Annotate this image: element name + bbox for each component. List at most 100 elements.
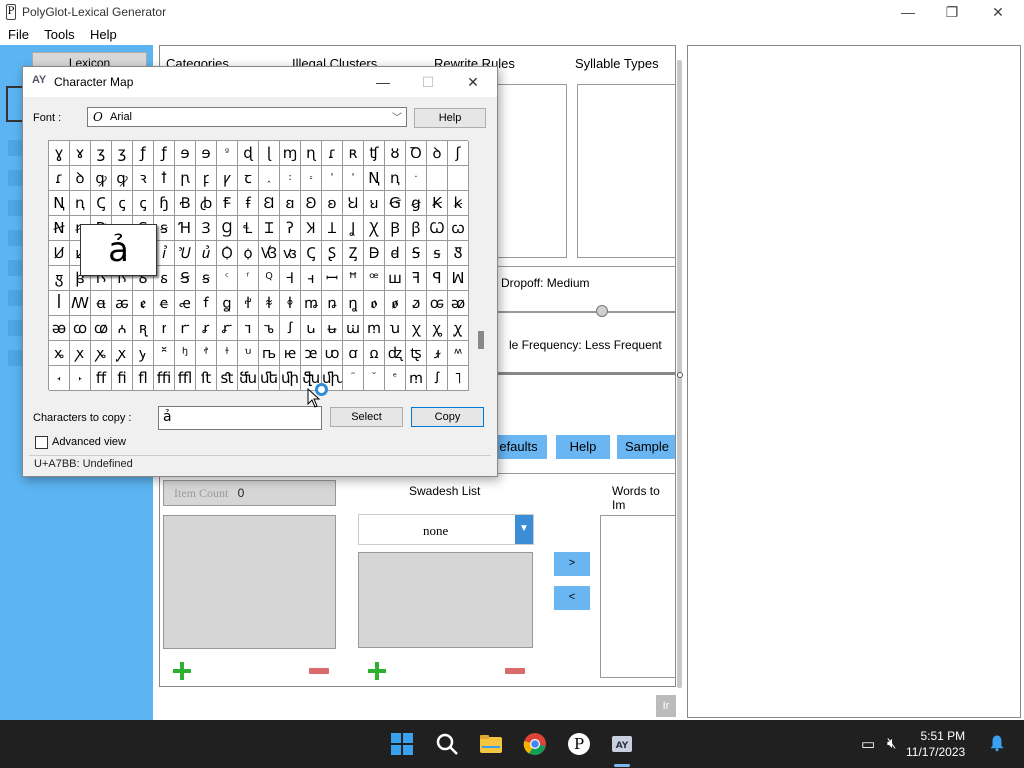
- glyph-cell[interactable]: Ꭓ: [364, 216, 385, 241]
- glyph-cell[interactable]: ꭄ: [91, 316, 112, 341]
- glyph-cell[interactable]: ꝼ: [196, 166, 217, 191]
- glyph-cell[interactable]: ꞔ: [133, 191, 154, 216]
- glyph-cell[interactable]: ꭜ: [175, 341, 196, 366]
- glyph-cell[interactable]: ꭨ: [427, 341, 448, 366]
- glyph-cell[interactable]: ﬁ: [112, 366, 133, 391]
- glyph-cell[interactable]: ꬲ: [133, 291, 154, 316]
- glyph-cell[interactable]: ꞃ: [175, 166, 196, 191]
- notification-bell-icon[interactable]: [988, 734, 1006, 752]
- glyph-cell[interactable]: ꝩ: [217, 166, 238, 191]
- sample-button[interactable]: Sample: [617, 435, 675, 459]
- glyph-cell[interactable]: ꝙ: [91, 166, 112, 191]
- glyph-cell[interactable]: Ꞩ: [175, 266, 196, 291]
- glyph-cell[interactable]: Ꟑ: [448, 241, 469, 266]
- characters-to-copy-input[interactable]: ả: [158, 406, 322, 430]
- glyph-cell[interactable]: ꭛: [154, 341, 175, 366]
- charmap-help-button[interactable]: Help: [414, 108, 486, 128]
- glyph-cell[interactable]: ꟹ: [364, 266, 385, 291]
- glyph-cell[interactable]: ɣ: [49, 141, 70, 166]
- glyph-cell[interactable]: ꟴ: [259, 266, 280, 291]
- syllable-types-list[interactable]: [577, 84, 675, 258]
- glyph-cell[interactable]: Ꞟ: [343, 191, 364, 216]
- glyph-cell[interactable]: Ꞡ: [385, 191, 406, 216]
- glyph-cell[interactable]: ˘: [364, 366, 385, 391]
- glyph-cell[interactable]: Ꞑ: [49, 191, 70, 216]
- glyph-cell[interactable]: ꬸ: [259, 291, 280, 316]
- glyph-cell[interactable]: Ꞣ: [427, 191, 448, 216]
- glyph-cell[interactable]: ʀ: [343, 141, 364, 166]
- glyph-cell[interactable]: ꭏ: [322, 316, 343, 341]
- glyph-cell[interactable]: ɱ: [280, 141, 301, 166]
- glyph-cell[interactable]: Ꟁ: [217, 241, 238, 266]
- glyph-cell[interactable]: Ꞔ: [91, 191, 112, 216]
- font-select[interactable]: O Arial ﹀: [87, 107, 407, 127]
- categories-items-list[interactable]: [163, 515, 336, 649]
- minimize-button[interactable]: —: [886, 2, 930, 22]
- glyph-cell[interactable]: ·: [406, 166, 427, 191]
- glyph-cell[interactable]: ꟽ: [448, 266, 469, 291]
- glyph-cell[interactable]: ʒ: [112, 141, 133, 166]
- glyph-cell[interactable]: Ꞗ: [175, 191, 196, 216]
- glyph-cell[interactable]: ꭔ: [427, 316, 448, 341]
- glyph-cell[interactable]: ﬄ: [175, 366, 196, 391]
- tab-syllable-types[interactable]: Syllable Types: [575, 56, 659, 71]
- chevron-down-icon[interactable]: ﹀: [392, 109, 402, 124]
- swadesh-items-list[interactable]: [358, 552, 533, 648]
- glyph-cell[interactable]: Ꟈ: [364, 241, 385, 266]
- glyph-cell[interactable]: ꞉: [280, 166, 301, 191]
- glyph-cell[interactable]: ﬃ: [154, 366, 175, 391]
- glyph-cell[interactable]: ꞷ: [448, 216, 469, 241]
- glyph-cell[interactable]: Ᶎ: [343, 241, 364, 266]
- glyph-cell[interactable]: ꭪: [49, 366, 70, 391]
- glyph-cell[interactable]: Ꟶ: [280, 266, 301, 291]
- character-map-icon[interactable]: AY: [610, 732, 634, 756]
- move-left-button[interactable]: <: [554, 586, 590, 610]
- glyph-cell[interactable]: ᵉ: [385, 366, 406, 391]
- glyph-cell[interactable]: ꟼ: [427, 266, 448, 291]
- remove-swadesh-icon[interactable]: [505, 668, 525, 674]
- move-right-button[interactable]: >: [554, 552, 590, 576]
- glyph-cell[interactable]: ꭝ: [196, 341, 217, 366]
- taskbar-clock[interactable]: 5:51 PM 11/17/2023: [906, 728, 965, 760]
- glyph-cell[interactable]: ﬔ: [259, 366, 280, 391]
- glyph-cell[interactable]: ꬿ: [406, 291, 427, 316]
- glyph-cell[interactable]: Ꞔ: [301, 241, 322, 266]
- glyph-cell[interactable]: ꭎ: [301, 316, 322, 341]
- glyph-cell[interactable]: ꞔ: [112, 191, 133, 216]
- glyph-cell[interactable]: ꞇ: [238, 166, 259, 191]
- glyph-cell[interactable]: Ʇ: [322, 216, 343, 241]
- glyph-cell[interactable]: ɧ: [154, 191, 175, 216]
- glyph-cell[interactable]: ꭣ: [322, 341, 343, 366]
- glyph-cell[interactable]: ꬰ: [91, 291, 112, 316]
- glyph-cell[interactable]: ꟃ: [280, 241, 301, 266]
- glyph-cell[interactable]: ꭍ: [427, 366, 448, 391]
- glyph-cell[interactable]: ʒ: [91, 141, 112, 166]
- glyph-cell[interactable]: ꞣ: [448, 191, 469, 216]
- glyph-cell[interactable]: ꭈ: [175, 316, 196, 341]
- glyph-cell[interactable]: ﬂ: [133, 366, 154, 391]
- glyph-cell[interactable]: Ꞛ: [259, 191, 280, 216]
- close-button[interactable]: ✕: [976, 2, 1020, 22]
- swadesh-select[interactable]: none ▼: [358, 514, 534, 545]
- glyph-cell[interactable]: ꞩ: [154, 216, 175, 241]
- splitter-handle[interactable]: [677, 372, 683, 378]
- glyph-cell[interactable]: Ꞿ: [175, 241, 196, 266]
- glyph-cell[interactable]: ɾ: [322, 141, 343, 166]
- glyph-cell[interactable]: ꭍ: [280, 316, 301, 341]
- glyph-cell[interactable]: ꝉ: [154, 166, 175, 191]
- glyph-cell[interactable]: ɾ: [49, 166, 70, 191]
- glyph-cell[interactable]: [427, 166, 448, 191]
- glyph-cell[interactable]: ꟶ: [301, 266, 322, 291]
- glyph-cell[interactable]: ꟿ: [70, 291, 91, 316]
- glyph-cell[interactable]: ꝙ: [112, 166, 133, 191]
- glyph-cell[interactable]: ꭞ: [217, 341, 238, 366]
- glyph-cell[interactable]: ꭢ: [301, 341, 322, 366]
- advanced-view-checkbox[interactable]: [35, 436, 48, 449]
- glyph-cell[interactable]: ꞵ: [406, 216, 427, 241]
- charmap-close-button[interactable]: ✕: [453, 71, 493, 93]
- glyph-cell[interactable]: ‸: [259, 166, 280, 191]
- glyph-cell[interactable]: Ɦ: [175, 216, 196, 241]
- windows-start-icon[interactable]: [390, 732, 414, 756]
- glyph-cell[interactable]: ꞽ: [154, 241, 175, 266]
- glyph-cell[interactable]: Ꟃ: [259, 241, 280, 266]
